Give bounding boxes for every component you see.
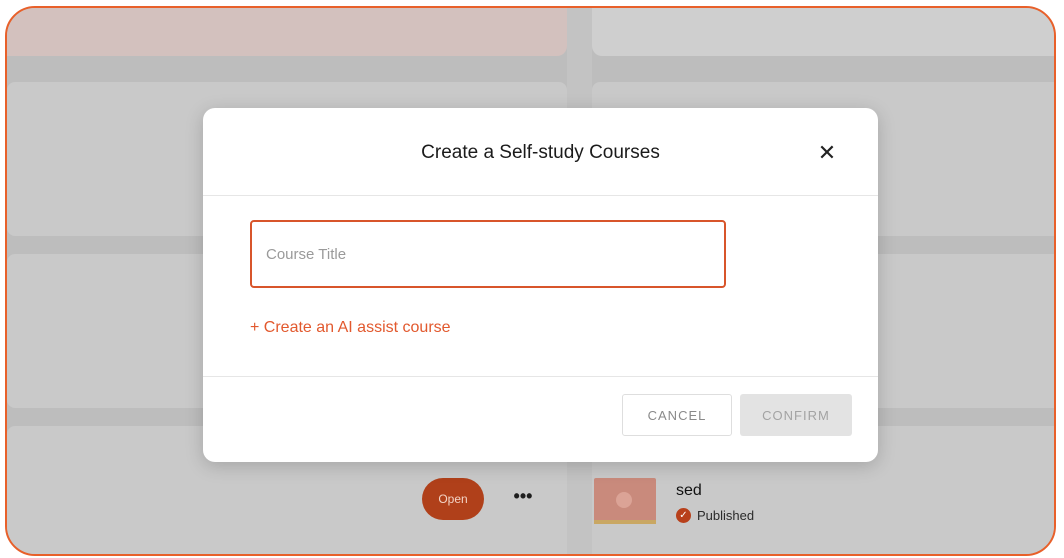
check-circle-icon: ✓	[676, 508, 691, 523]
background-card	[7, 8, 567, 56]
play-icon	[616, 492, 632, 508]
dialog-header: Create a Self-study Courses ✕	[203, 108, 878, 196]
course-name[interactable]: sed	[676, 482, 702, 500]
cancel-button[interactable]: CANCEL	[622, 394, 732, 436]
dialog-divider	[203, 376, 878, 377]
status-label: Published	[697, 508, 755, 523]
course-title-input[interactable]	[250, 220, 726, 288]
create-course-dialog: Create a Self-study Courses ✕ + Create a…	[203, 108, 878, 462]
create-ai-assist-course-link[interactable]: + Create an AI assist course	[250, 319, 451, 337]
close-icon[interactable]: ✕	[815, 141, 839, 165]
more-options-icon[interactable]: •••	[512, 487, 534, 508]
confirm-button[interactable]: CONFIRM	[740, 394, 852, 436]
status-badge: ✓ Published	[676, 508, 754, 523]
dialog-title: Create a Self-study Courses	[421, 142, 660, 163]
thumbnail-progress-bar	[594, 520, 656, 524]
background-card	[592, 8, 1054, 56]
open-course-button[interactable]: Open	[422, 478, 484, 520]
